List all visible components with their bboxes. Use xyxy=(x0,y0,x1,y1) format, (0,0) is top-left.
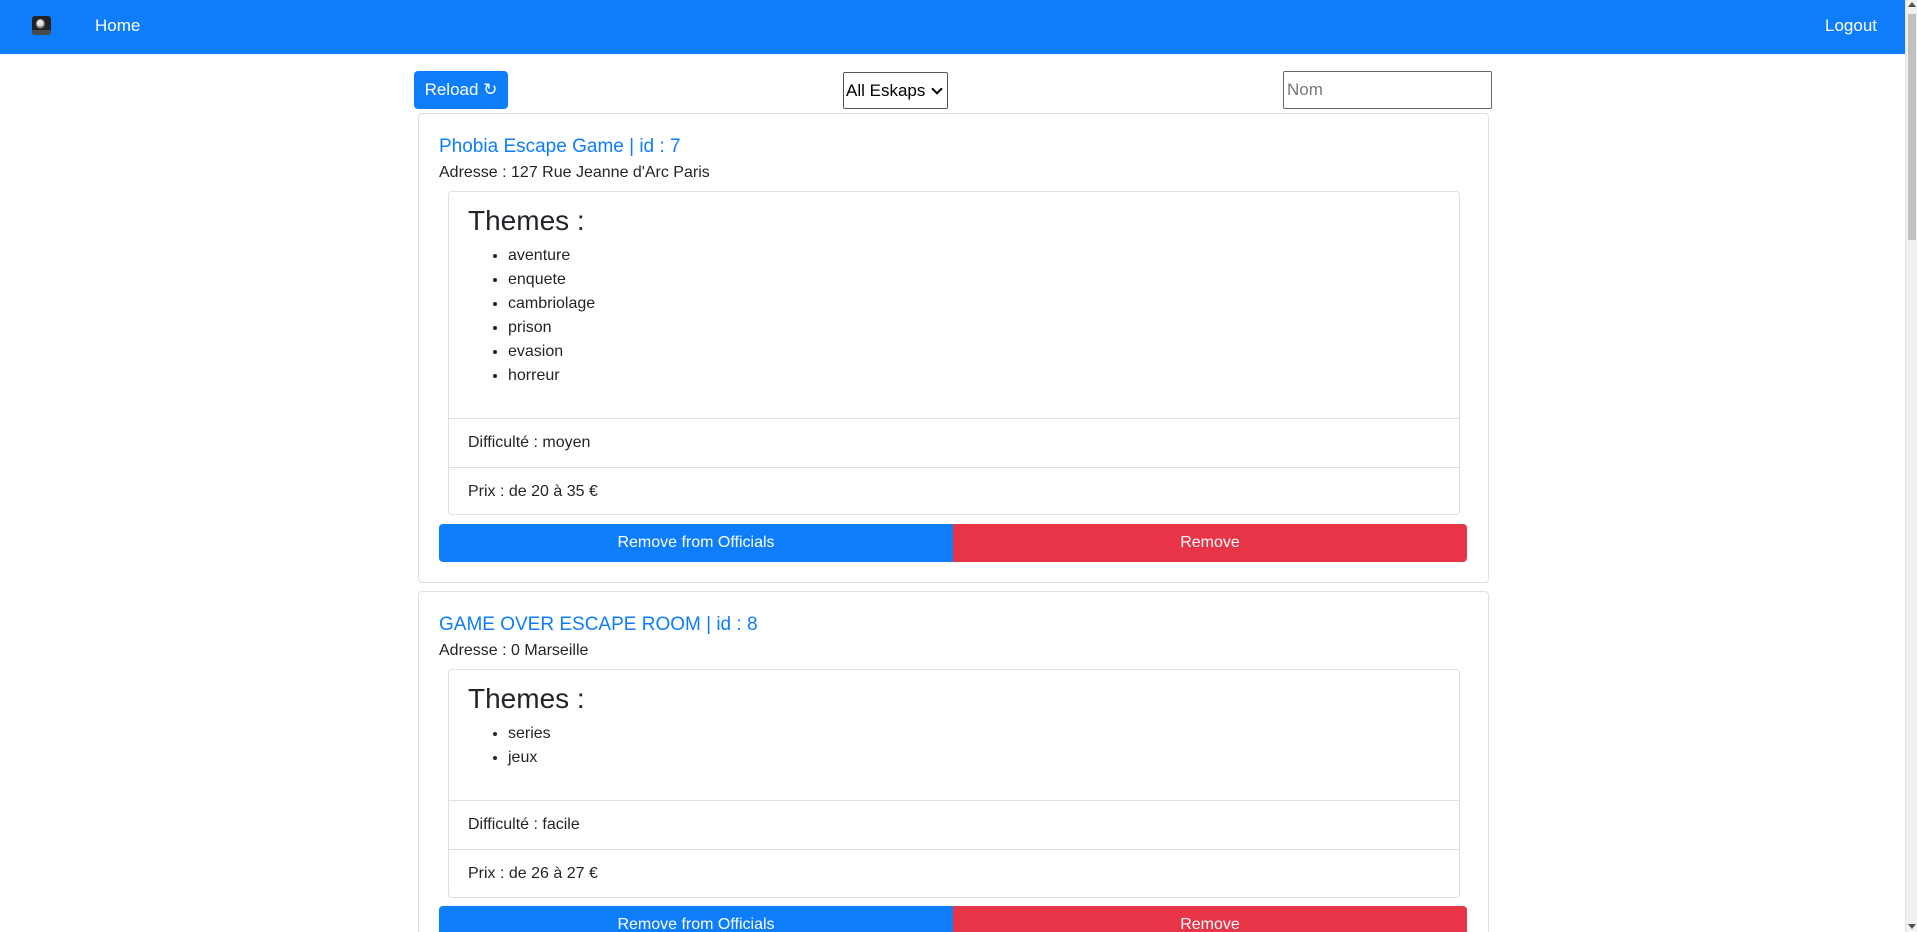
theme-item: jeux xyxy=(508,746,551,770)
escape-card: Phobia Escape Game | id : 7 Adresse : 12… xyxy=(418,113,1489,583)
escape-title[interactable]: GAME OVER ESCAPE ROOM | id : 8 xyxy=(439,614,758,636)
logo-icon[interactable] xyxy=(32,16,51,35)
themes-heading: Themes : xyxy=(468,683,585,714)
escape-title[interactable]: Phobia Escape Game | id : 7 xyxy=(439,136,681,158)
escape-details: Themes : aventure enquete cambriolage pr… xyxy=(448,191,1460,515)
escape-address: Adresse : 127 Rue Jeanne d'Arc Paris xyxy=(439,164,710,181)
chevron-down-icon xyxy=(931,82,943,95)
theme-item: enquete xyxy=(508,268,595,292)
reload-button[interactable]: Reload ↻ xyxy=(414,71,508,109)
difficulty-row: Difficulté : facile xyxy=(449,800,1459,849)
remove-from-officials-button[interactable]: Remove from Officials xyxy=(439,524,953,562)
price-row: Prix : de 26 à 27 € xyxy=(449,849,1459,898)
page-scrollbar[interactable] xyxy=(1905,0,1917,932)
logout-link[interactable]: Logout xyxy=(1825,16,1877,36)
scroll-up-arrow-icon[interactable] xyxy=(1908,2,1916,7)
theme-item: aventure xyxy=(508,244,595,268)
escape-card: GAME OVER ESCAPE ROOM | id : 8 Adresse :… xyxy=(418,591,1489,932)
price-row: Prix : de 20 à 35 € xyxy=(449,467,1459,516)
scrollbar-thumb[interactable] xyxy=(1908,14,1916,240)
name-search-input[interactable] xyxy=(1283,71,1492,109)
remove-button[interactable]: Remove xyxy=(953,906,1467,932)
escape-details: Themes : series jeux Difficulté : facile… xyxy=(448,669,1460,898)
theme-item: cambriolage xyxy=(508,292,595,316)
difficulty-row: Difficulté : moyen xyxy=(449,418,1459,467)
nav-home-link[interactable]: Home xyxy=(95,16,140,36)
themes-heading: Themes : xyxy=(468,205,585,236)
themes-list: series jeux xyxy=(508,722,551,770)
eskaps-filter-select[interactable]: All Eskaps xyxy=(843,72,948,109)
theme-item: series xyxy=(508,722,551,746)
themes-list: aventure enquete cambriolage prison evas… xyxy=(508,244,595,388)
escape-address: Adresse : 0 Marseille xyxy=(439,642,589,659)
scroll-down-arrow-icon[interactable] xyxy=(1908,924,1916,929)
remove-from-officials-button[interactable]: Remove from Officials xyxy=(439,906,953,932)
navbar: Home Logout xyxy=(0,0,1905,54)
theme-item: prison xyxy=(508,316,595,340)
theme-item: evasion xyxy=(508,340,595,364)
remove-button[interactable]: Remove xyxy=(953,524,1467,562)
theme-item: horreur xyxy=(508,364,595,388)
eskaps-filter-value: All Eskaps xyxy=(846,80,926,100)
